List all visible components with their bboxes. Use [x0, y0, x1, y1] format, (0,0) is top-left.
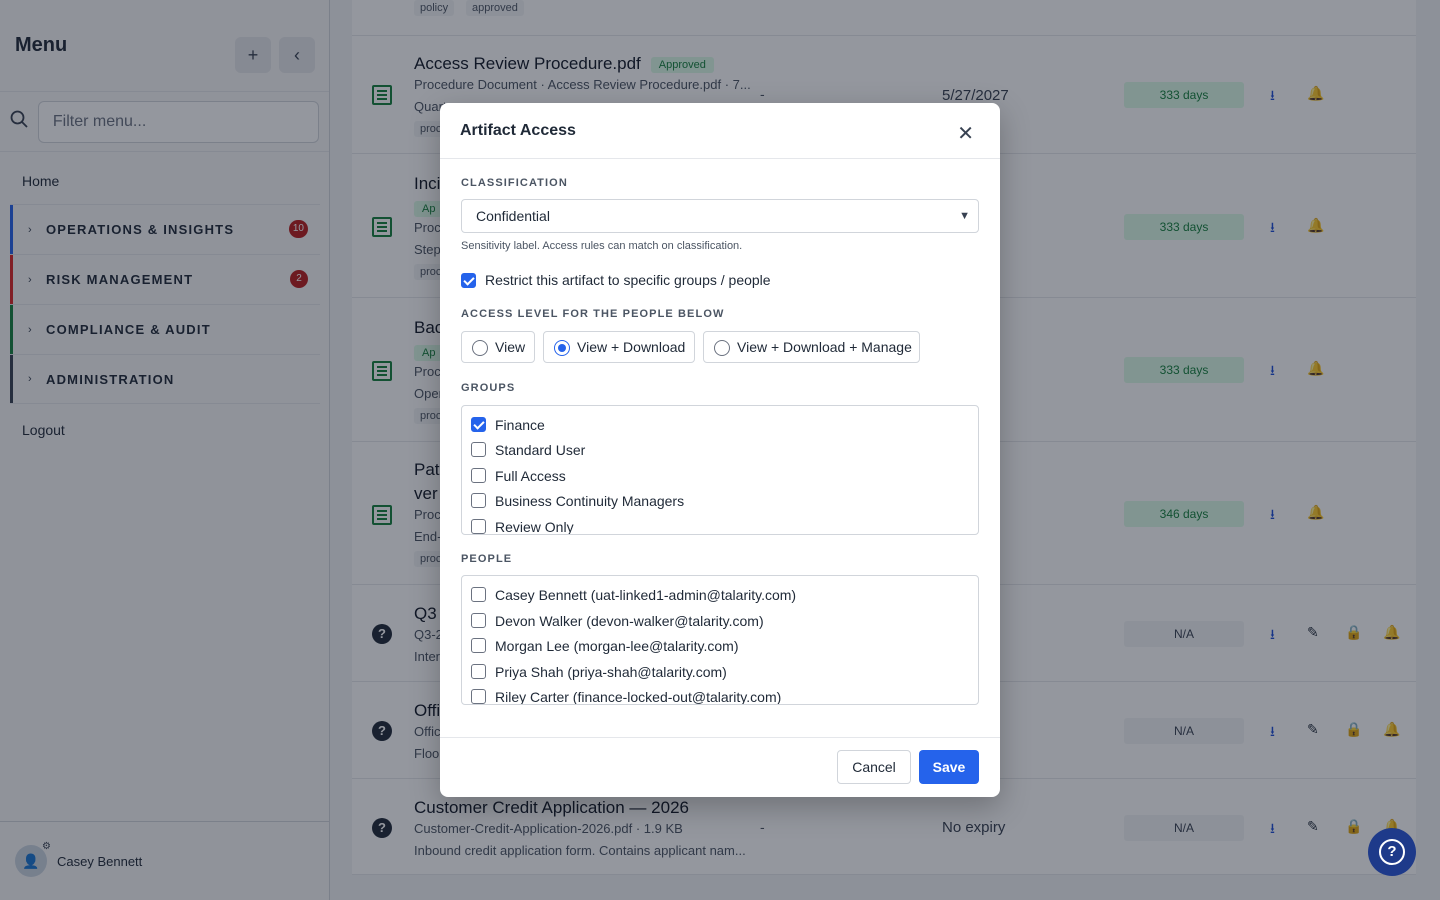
classification-label: CLASSIFICATION [461, 177, 568, 189]
person-label[interactable]: Riley Carter (finance-locked-out@talarit… [495, 689, 781, 704]
person-label[interactable]: Casey Bennett (uat-linked1-admin@talarit… [495, 587, 796, 603]
help-button[interactable]: ? [1368, 828, 1416, 876]
group-checkbox[interactable] [471, 468, 486, 483]
help-icon: ? [1379, 839, 1405, 865]
radio-button[interactable] [554, 340, 570, 356]
person-label[interactable]: Devon Walker (devon-walker@talarity.com) [495, 613, 764, 629]
person-checkbox[interactable] [471, 613, 486, 628]
person-checkbox[interactable] [471, 664, 486, 679]
save-button[interactable]: Save [919, 750, 979, 784]
group-checkbox[interactable] [471, 442, 486, 457]
radio-button[interactable] [472, 340, 488, 356]
groups-label: GROUPS [461, 382, 516, 394]
restrict-checkbox[interactable] [461, 273, 476, 288]
access-level-view-download-manage[interactable]: View + Download + Manage [703, 331, 920, 363]
person-checkbox[interactable] [471, 587, 486, 602]
classification-hint: Sensitivity label. Access rules can matc… [461, 240, 743, 252]
restrict-label[interactable]: Restrict this artifact to specific group… [485, 272, 771, 288]
artifact-access-dialog: Artifact Access ✕ CLASSIFICATION Confide… [440, 103, 1000, 797]
radio-label: View [495, 339, 526, 355]
access-level-label: ACCESS LEVEL FOR THE PEOPLE BELOW [461, 308, 725, 320]
classification-value: Confidential [476, 208, 550, 224]
group-label[interactable]: Business Continuity Managers [495, 493, 684, 509]
dialog-footer: Cancel Save [440, 737, 1000, 797]
person-checkbox[interactable] [471, 689, 486, 704]
group-label[interactable]: Full Access [495, 468, 566, 484]
person-label[interactable]: Morgan Lee (morgan-lee@talarity.com) [495, 638, 739, 654]
group-checkbox[interactable] [471, 493, 486, 508]
people-list[interactable]: Casey Bennett (uat-linked1-admin@talarit… [461, 575, 979, 705]
access-level-view[interactable]: View [461, 331, 535, 363]
dialog-title: Artifact Access [460, 121, 576, 139]
radio-button[interactable] [714, 340, 730, 356]
dialog-header: Artifact Access ✕ [440, 103, 1000, 159]
radio-label: View + Download [577, 339, 686, 355]
group-label[interactable]: Standard User [495, 442, 585, 458]
access-level-view-download[interactable]: View + Download [543, 331, 695, 363]
group-label[interactable]: Finance [495, 417, 545, 433]
close-icon[interactable]: ✕ [957, 121, 974, 146]
group-checkbox[interactable] [471, 519, 486, 534]
group-label[interactable]: Review Only [495, 519, 574, 534]
person-label[interactable]: Priya Shah (priya-shah@talarity.com) [495, 664, 727, 680]
chevron-down-icon: ▼ [959, 210, 970, 222]
cancel-button[interactable]: Cancel [837, 750, 911, 784]
radio-label: View + Download + Manage [737, 339, 912, 355]
classification-select[interactable]: Confidential ▼ [461, 199, 979, 233]
people-label: PEOPLE [461, 553, 513, 565]
group-checkbox[interactable] [471, 417, 486, 432]
groups-list[interactable]: Finance Standard User Full Access Busine… [461, 405, 979, 535]
person-checkbox[interactable] [471, 638, 486, 653]
